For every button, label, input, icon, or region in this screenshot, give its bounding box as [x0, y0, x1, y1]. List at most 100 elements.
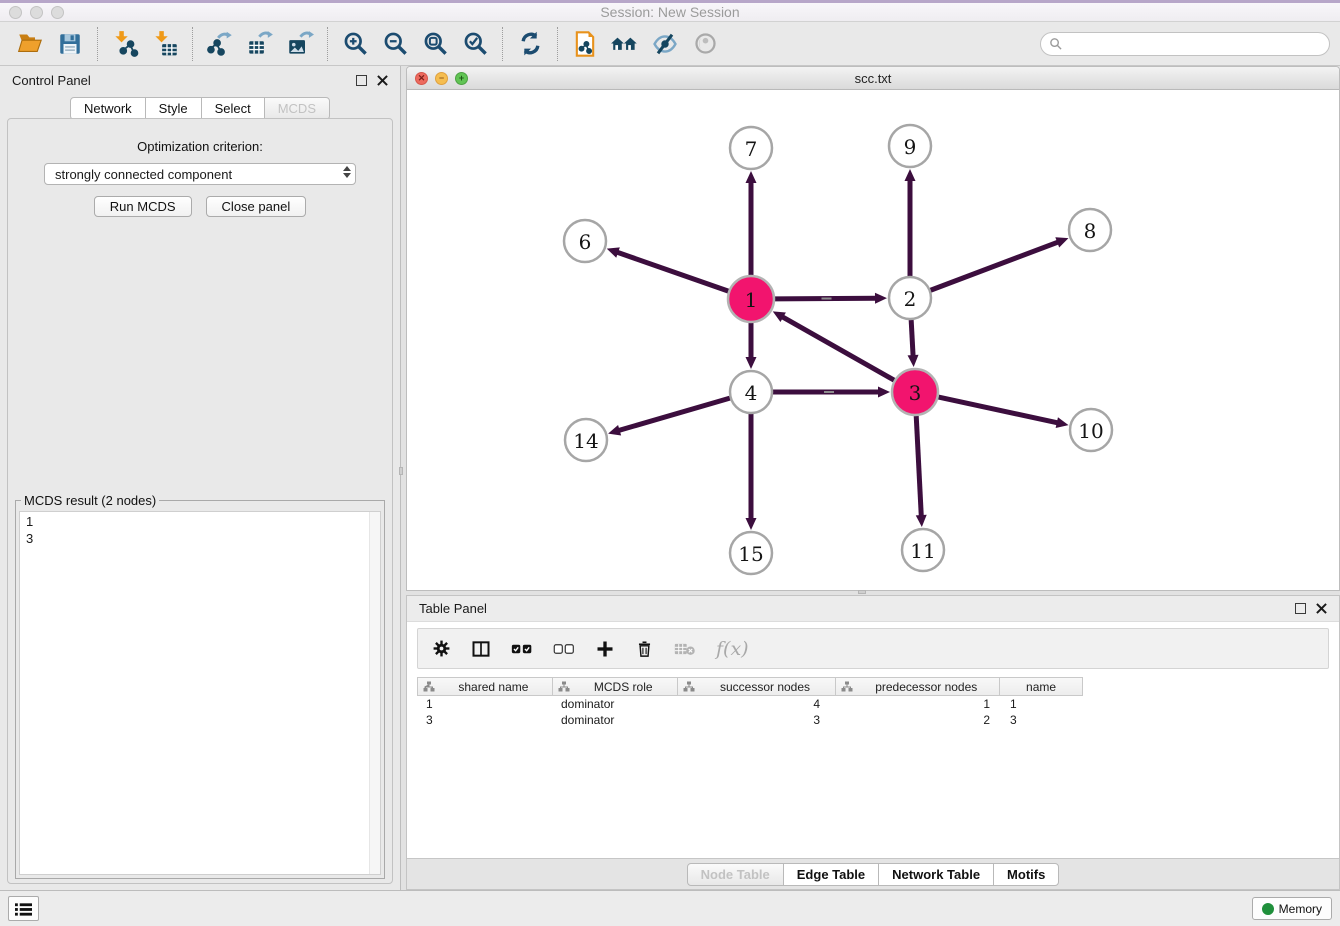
reset-home-icon[interactable] [605, 26, 645, 62]
save-session-icon[interactable] [50, 26, 90, 62]
table-cell: 1 [836, 697, 1000, 711]
search-input[interactable] [1068, 36, 1321, 51]
network-maximize-button[interactable]: + [455, 72, 468, 85]
optimization-criterion-label: Optimization criterion: [8, 139, 392, 154]
table-row[interactable]: 3dominator323 [417, 712, 1329, 728]
column-header-successor-nodes[interactable]: successor nodes [678, 678, 837, 695]
open-session-icon[interactable] [10, 26, 50, 62]
graph-node[interactable]: 3 [892, 369, 938, 415]
graph-edge[interactable] [905, 169, 916, 276]
close-panel-button[interactable]: Close panel [206, 196, 307, 217]
tab-edge-table[interactable]: Edge Table [783, 863, 879, 886]
status-bar: Memory [0, 890, 1340, 926]
zoom-in-icon[interactable] [335, 26, 375, 62]
graph-node[interactable]: 4 [730, 371, 772, 413]
tab-motifs[interactable]: Motifs [993, 863, 1059, 886]
tab-select[interactable]: Select [201, 97, 265, 120]
graph-node[interactable]: 10 [1070, 409, 1112, 451]
network-close-button[interactable]: ✕ [415, 72, 428, 85]
window-titlebar: Session: New Session [0, 0, 1340, 22]
unselect-all-columns-icon[interactable] [553, 642, 575, 656]
result-scrollbar[interactable] [369, 512, 380, 874]
tab-network-table[interactable]: Network Table [878, 863, 994, 886]
network-minimize-button[interactable]: − [435, 72, 448, 85]
column-header-predecessor-nodes[interactable]: predecessor nodes [836, 678, 1000, 695]
search-field[interactable] [1040, 32, 1330, 56]
graph-node[interactable]: 6 [564, 220, 606, 262]
table-cell: 3 [1000, 713, 1083, 727]
graph-node-label: 4 [745, 381, 758, 405]
delete-column-trash-icon[interactable] [635, 639, 654, 659]
import-network-icon[interactable] [105, 26, 145, 62]
mcds-result-textarea[interactable]: 1 3 [19, 511, 381, 875]
graph-edge[interactable] [746, 323, 757, 369]
tab-network[interactable]: Network [70, 97, 146, 120]
splitter-handle[interactable] [399, 467, 403, 475]
criterion-value: strongly connected component [55, 167, 232, 182]
graph-node[interactable]: 15 [730, 532, 772, 574]
task-history-button[interactable] [8, 896, 39, 921]
graph-node[interactable]: 1 [728, 276, 774, 322]
tab-node-table[interactable]: Node Table [687, 863, 784, 886]
graph-edge[interactable] [607, 247, 729, 291]
graph-edge[interactable] [746, 171, 757, 275]
table-row[interactable]: 1dominator411 [417, 696, 1329, 712]
graph-node-label: 7 [745, 137, 758, 161]
create-column-plus-icon[interactable] [595, 639, 615, 659]
network-canvas[interactable]: 7 9 6 8 1 2 4 3 14 10 15 11 [407, 90, 1339, 590]
run-mcds-button[interactable]: Run MCDS [94, 196, 192, 217]
graph-node[interactable]: 9 [889, 125, 931, 167]
export-image-icon[interactable] [280, 26, 320, 62]
criterion-dropdown[interactable]: strongly connected component [44, 163, 356, 185]
network-graph: 7 9 6 8 1 2 4 3 14 10 15 11 [407, 90, 1339, 590]
memory-button[interactable]: Memory [1252, 897, 1332, 920]
refresh-view-icon[interactable] [510, 26, 550, 62]
graph-node[interactable]: 14 [565, 419, 607, 461]
network-view-window: scc.txt ✕ − + 7 9 6 8 1 2 4 3 14 10 15 11 [406, 66, 1340, 591]
zoom-out-icon[interactable] [375, 26, 415, 62]
birdseye-view-icon[interactable] [685, 26, 725, 62]
graph-edge[interactable] [608, 398, 730, 435]
float-panel-icon[interactable] [356, 75, 367, 86]
graph-edge[interactable] [916, 416, 927, 527]
graph-edge[interactable] [931, 237, 1069, 290]
graph-node-label: 8 [1084, 219, 1097, 243]
zoom-fit-icon[interactable] [415, 26, 455, 62]
mcds-result-title: MCDS result (2 nodes) [21, 493, 159, 508]
close-panel-icon[interactable] [1316, 603, 1327, 614]
splitter-handle[interactable] [858, 590, 866, 594]
show-columns-icon[interactable] [471, 639, 491, 659]
graph-edge[interactable] [775, 293, 887, 304]
graph-edge[interactable] [773, 311, 894, 380]
memory-status-icon [1262, 903, 1274, 915]
clone-network-icon[interactable] [565, 26, 605, 62]
graph-node[interactable]: 8 [1069, 209, 1111, 251]
graph-node[interactable]: 11 [902, 529, 944, 571]
export-network-icon[interactable] [200, 26, 240, 62]
network-window-titlebar: scc.txt ✕ − + [407, 67, 1339, 90]
graph-node[interactable]: 7 [730, 127, 772, 169]
column-header-name[interactable]: name [1000, 678, 1082, 695]
table-cell: dominator [552, 697, 677, 711]
graph-node-label: 15 [738, 542, 763, 566]
import-table-icon[interactable] [145, 26, 185, 62]
close-panel-icon[interactable] [377, 75, 388, 86]
column-header-mcds-role[interactable]: MCDS role [553, 678, 678, 695]
tree-icon [423, 681, 435, 692]
tab-mcds[interactable]: MCDS [264, 97, 330, 120]
float-panel-icon[interactable] [1295, 603, 1306, 614]
hide-panel-icon[interactable] [645, 26, 685, 62]
export-table-icon[interactable] [240, 26, 280, 62]
graph-edge[interactable] [938, 397, 1068, 428]
tab-style[interactable]: Style [145, 97, 202, 120]
graph-edge[interactable] [908, 320, 919, 367]
zoom-selected-icon[interactable] [455, 26, 495, 62]
graph-edge[interactable] [746, 414, 757, 530]
table-settings-gear-icon[interactable] [432, 639, 451, 658]
column-header-shared-name[interactable]: shared name [418, 678, 553, 695]
select-all-columns-icon[interactable] [511, 642, 533, 656]
graph-node[interactable]: 2 [889, 277, 931, 319]
graph-node-label: 14 [573, 429, 598, 453]
result-line: 3 [26, 530, 374, 547]
graph-edge[interactable] [773, 387, 890, 398]
